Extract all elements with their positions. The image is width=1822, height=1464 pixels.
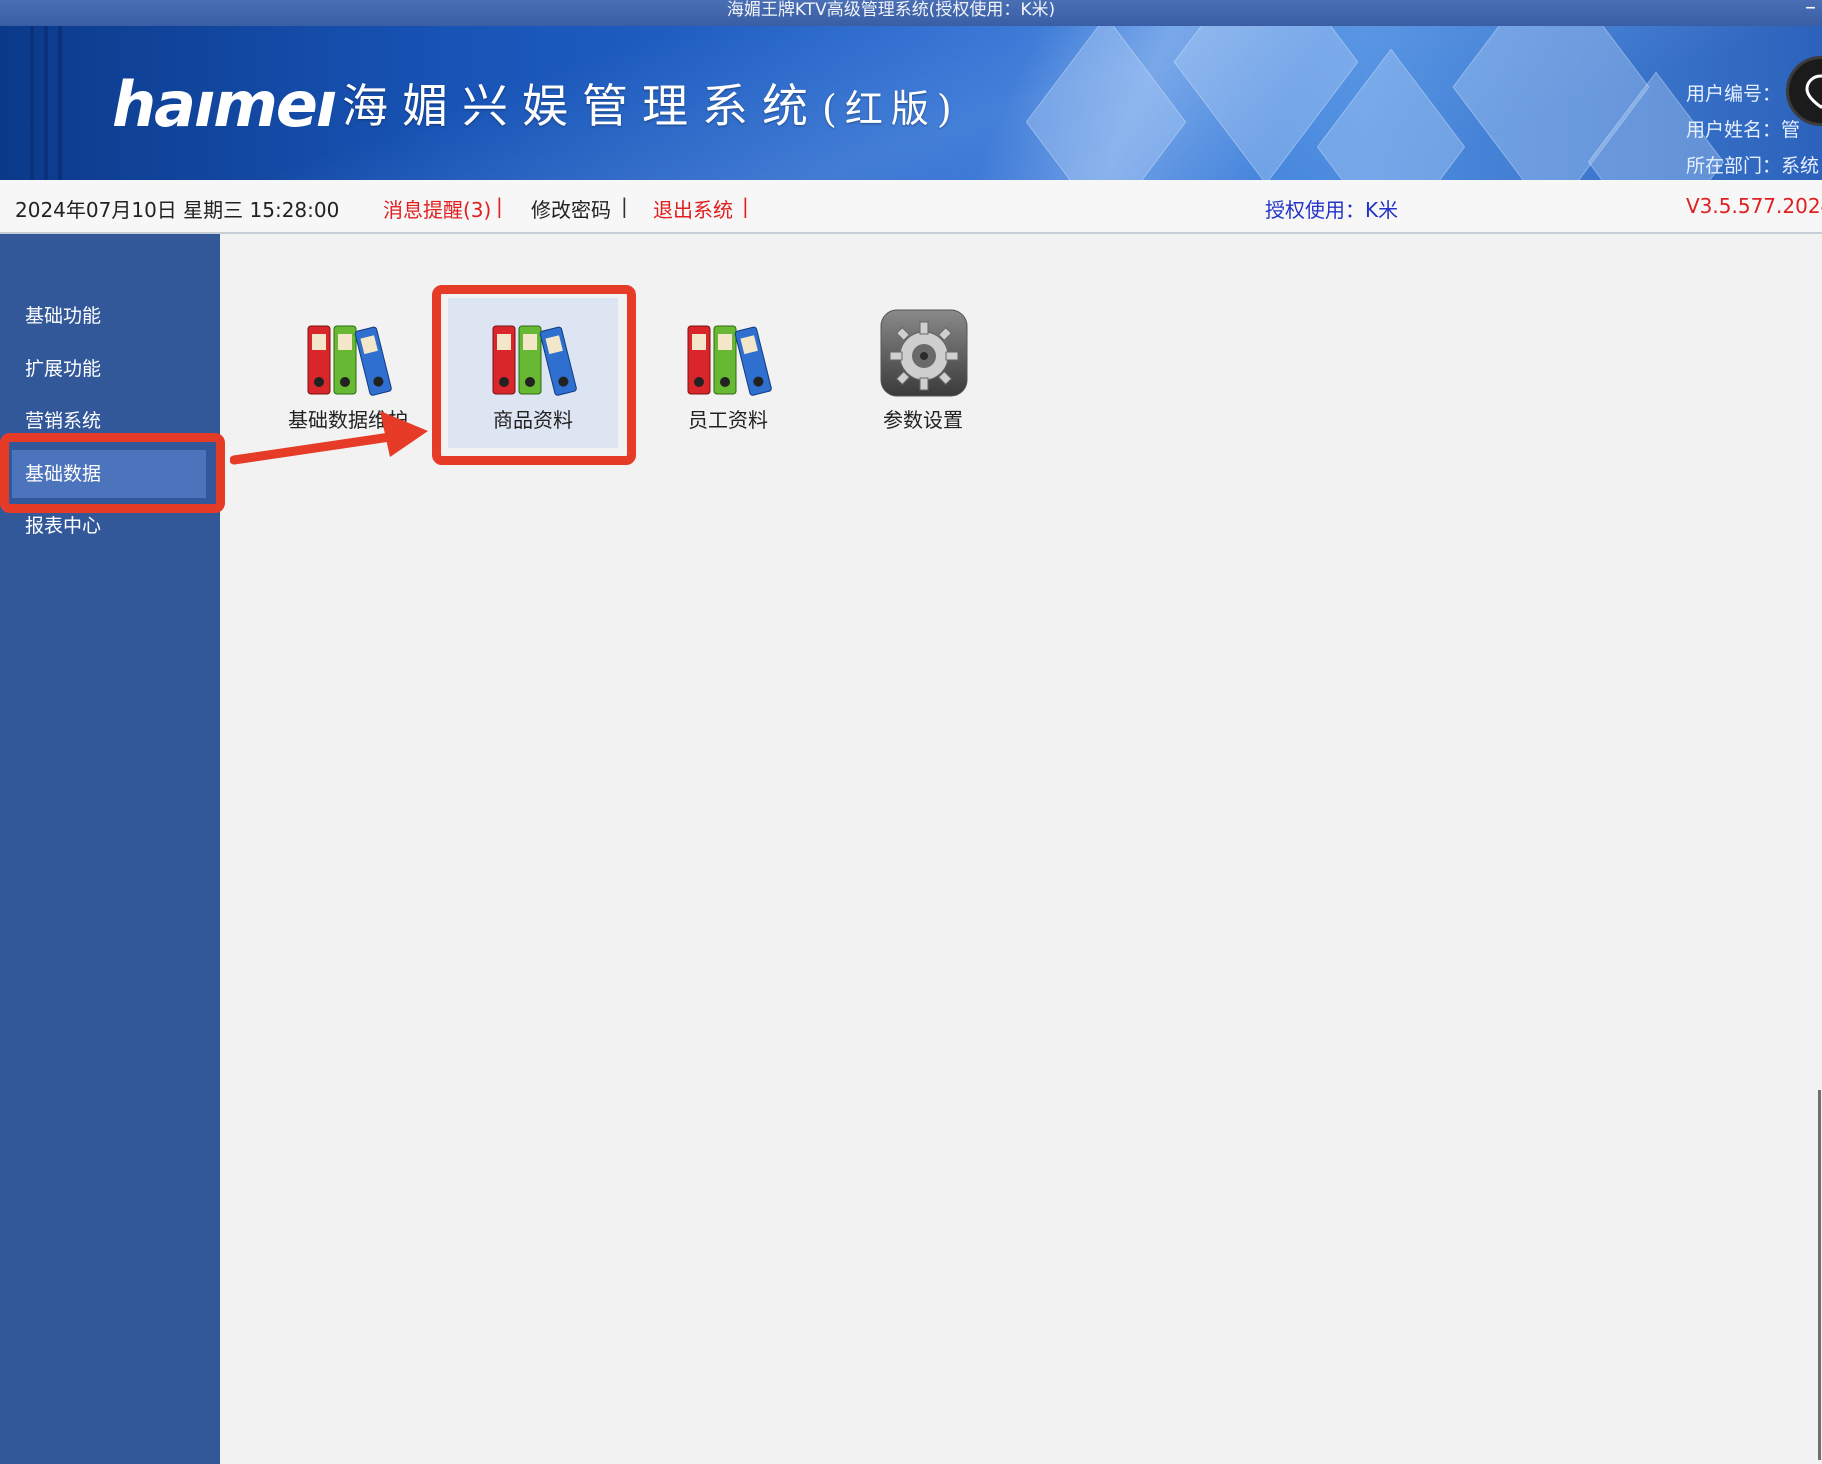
binders-icon xyxy=(687,325,772,396)
current-datetime: 2024年07月10日 星期三 15:28:00 xyxy=(15,198,340,222)
minimize-button[interactable]: – xyxy=(1805,0,1816,19)
edition-label: (红版) xyxy=(822,87,960,131)
window-title-bar: 海媚王牌KTV高级管理系统(授权使用：K米) – xyxy=(0,0,1822,26)
change-password-link[interactable]: 修改密码 xyxy=(531,194,611,223)
messages-link[interactable]: 消息提醒(3) xyxy=(383,194,491,223)
sidebar-item-basic-functions[interactable]: 基础功能 xyxy=(0,292,205,340)
version-label: V3.5.577.2024 xyxy=(1686,194,1822,218)
tile-label: 参数设置 xyxy=(883,408,963,432)
binders-icon xyxy=(307,325,392,396)
tile-label: 员工资料 xyxy=(688,408,768,432)
system-name-text: 海媚兴娱管理系统 xyxy=(342,79,822,133)
separator: | xyxy=(621,194,628,218)
scrollbar-edge[interactable] xyxy=(1818,1090,1821,1460)
status-bar: 2024年07月10日 星期三 15:28:00 消息提醒(3) | 修改密码 … xyxy=(0,180,1822,234)
license-label: 授权使用：K米 xyxy=(1265,198,1399,222)
annotation-arrow xyxy=(230,411,428,465)
system-name: 海媚兴娱管理系统(红版) xyxy=(342,78,960,137)
header-banner: haımeı 海媚兴娱管理系统(红版) 用户编号： 用户姓名：管 所在部门：系统 xyxy=(0,26,1822,180)
gear-icon xyxy=(880,309,968,397)
sidebar: 基础功能 扩展功能 营销系统 基础数据 报表中心 xyxy=(0,234,220,1464)
window-title: 海媚王牌KTV高级管理系统(授权使用：K米) xyxy=(726,0,1056,20)
logout-link[interactable]: 退出系统 xyxy=(653,194,733,223)
haimei-logo: haımeı xyxy=(112,68,337,141)
separator: | xyxy=(742,194,749,218)
annotation-highlight-tile xyxy=(432,285,636,465)
annotation-highlight-sidebar xyxy=(0,433,225,513)
tile-parameter-settings[interactable]: 参数设置 xyxy=(838,298,1008,448)
sidebar-item-extended-functions[interactable]: 扩展功能 xyxy=(0,345,205,393)
separator: | xyxy=(496,194,503,218)
tile-employee-info[interactable]: 员工资料 xyxy=(643,298,813,448)
department-label: 所在部门：系统 xyxy=(1686,155,1820,177)
